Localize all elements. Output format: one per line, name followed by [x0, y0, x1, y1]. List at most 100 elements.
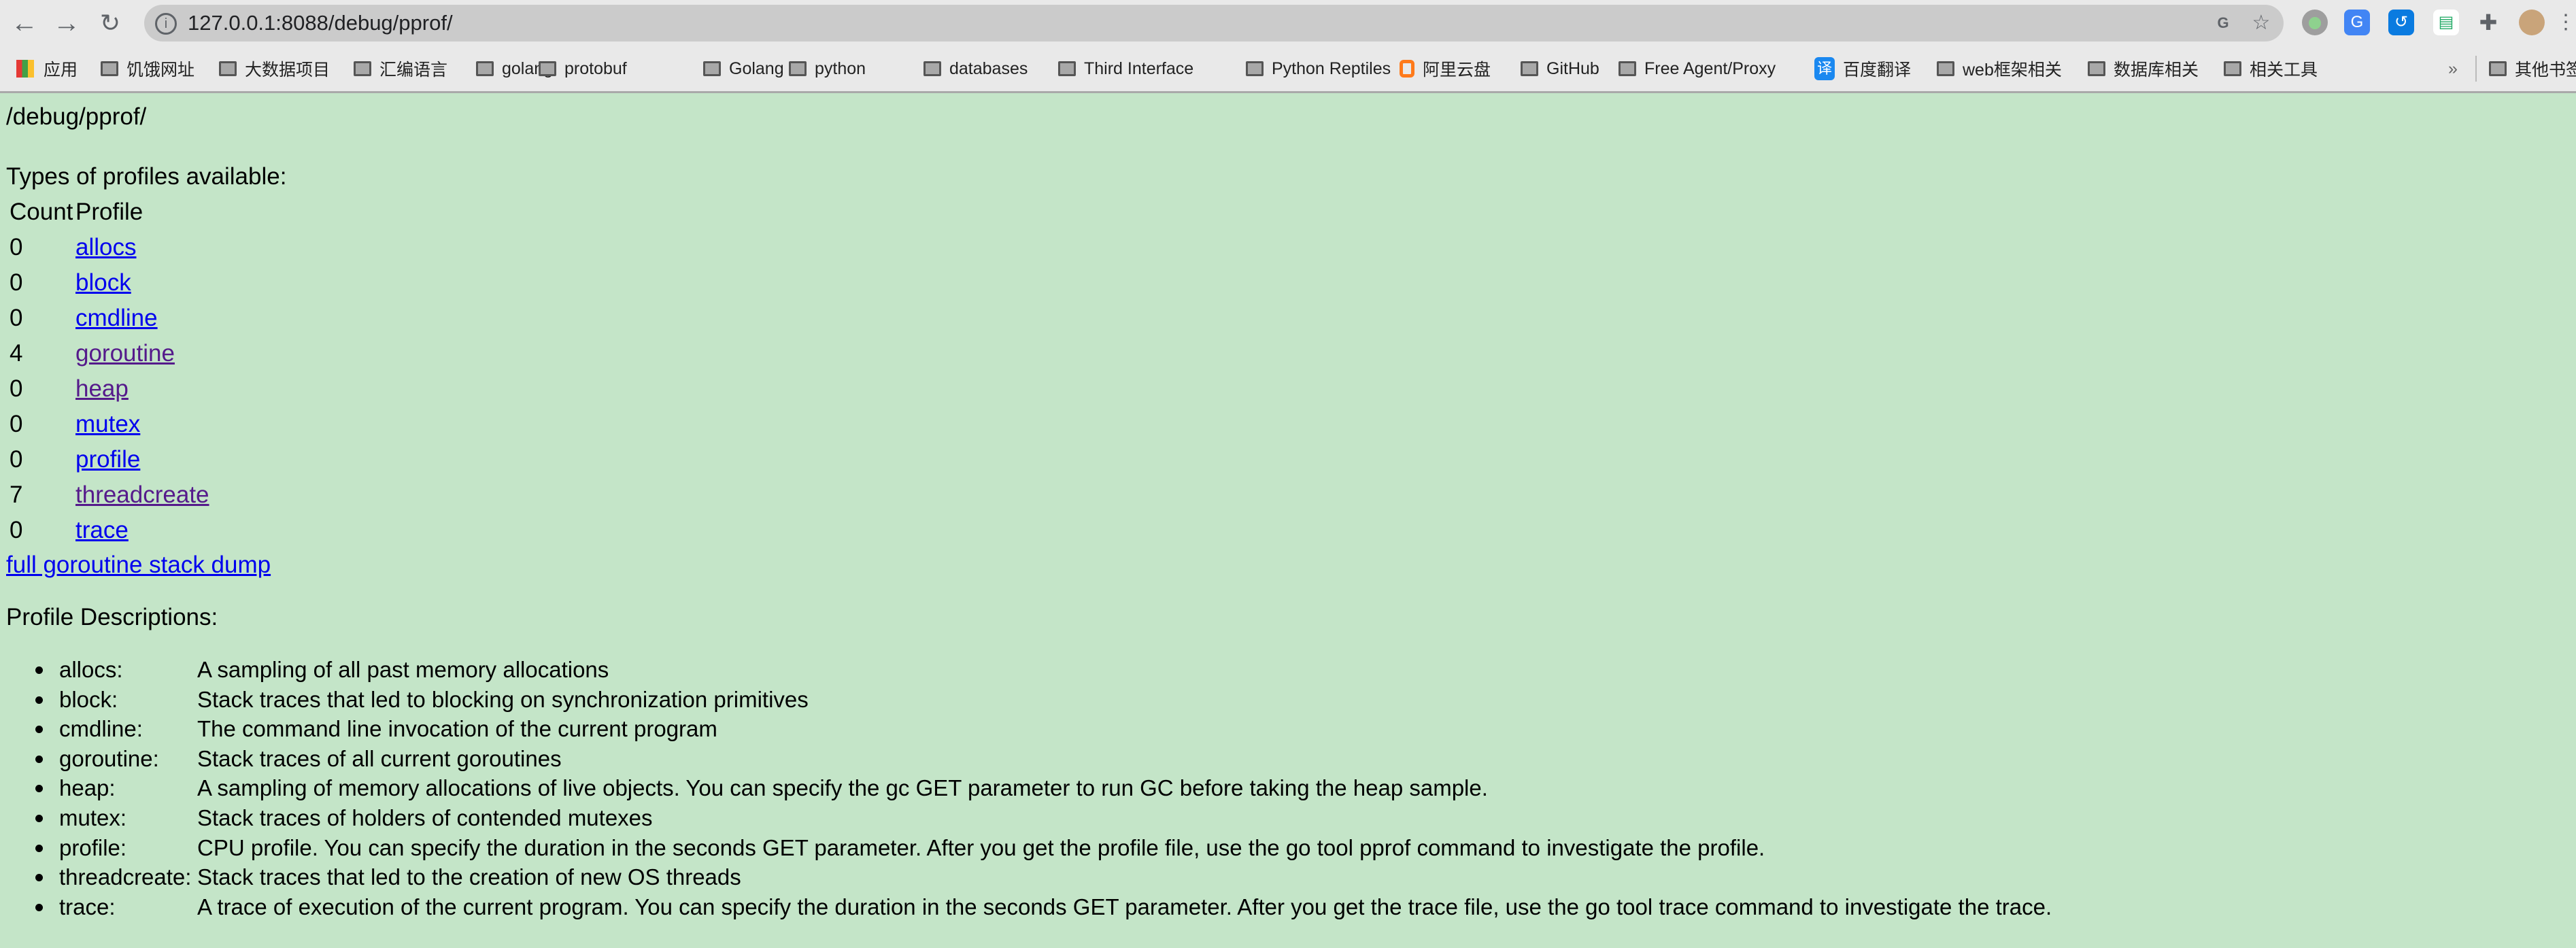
profile-link-block[interactable]: block [75, 269, 131, 297]
description-name: cmdline: [59, 716, 143, 742]
profile-link-mutex[interactable]: mutex [75, 411, 140, 438]
google-translate-extension-icon[interactable]: G [2344, 10, 2370, 35]
bookmark-item[interactable]: web框架相关 [1937, 46, 2062, 91]
bookmark-label: python [815, 58, 866, 78]
back-button[interactable]: ← [10, 8, 39, 38]
folder-icon [1937, 61, 1954, 76]
bookmark-item[interactable]: protobuf [539, 46, 627, 91]
description-name: mutex: [59, 805, 127, 830]
extension-green-dot-icon[interactable] [2302, 10, 2328, 35]
bookmark-item[interactable]: databases [923, 46, 1028, 91]
profile-link-heap[interactable]: heap [75, 375, 129, 403]
bookmark-item[interactable]: Free Agent/Proxy [1619, 46, 1776, 91]
description-text: Stack traces of holders of contended mut… [197, 805, 653, 830]
folder-icon [2088, 61, 2105, 76]
bookmark-label: 大数据项目 [245, 61, 331, 80]
page-title: /debug/pprof/ [6, 103, 147, 130]
folder-icon [101, 61, 118, 76]
folder-icon [2489, 61, 2507, 76]
puzzle-extensions-icon[interactable]: ✚ [2475, 10, 2501, 35]
bookmark-item[interactable]: 数据库相关 [2088, 46, 2199, 91]
description-name: trace: [59, 894, 116, 919]
profile-link-cmdline[interactable]: cmdline [75, 305, 158, 332]
bookmark-label: Python Reptiles [1272, 58, 1391, 78]
bullet-icon [35, 696, 43, 704]
menu-icon[interactable]: ⋮ [2556, 10, 2576, 35]
bookmark-item[interactable]: 应用 [16, 46, 78, 91]
profile-count: 0 [10, 234, 23, 260]
bookmark-label: Golang [729, 58, 784, 78]
reload-button[interactable]: ↻ [95, 8, 125, 38]
bookmark-item[interactable]: 饥饿网址 [101, 46, 194, 91]
folder-icon [703, 61, 721, 76]
bookmark-item[interactable]: python [789, 46, 866, 91]
address-bar[interactable]: i 127.0.0.1:8088/debug/pprof/ G ☆ [144, 5, 2284, 41]
full-goroutine-dump-link[interactable]: full goroutine stack dump [6, 552, 271, 579]
bookmark-label: 应用 [44, 61, 78, 80]
bookmarks-bar: 应用 饥饿网址 大数据项目 汇编语言 golang protobuf Golang pytho… [0, 46, 2576, 93]
description-name: block: [59, 686, 118, 712]
bookmark-label: databases [949, 58, 1028, 78]
bookmark-item[interactable]: 汇编语言 [354, 46, 447, 91]
sheet-extension-icon[interactable]: ▤ [2433, 10, 2459, 35]
profile-link-allocs[interactable]: allocs [75, 234, 136, 261]
description-text: Stack traces of all current goroutines [197, 745, 562, 771]
aliyun-icon [1400, 60, 1414, 78]
other-bookmarks[interactable]: 其他书签 [2489, 46, 2576, 91]
bookmark-item[interactable]: GitHub [1521, 46, 1599, 91]
profile-count: 4 [10, 340, 23, 367]
description-name: profile: [59, 834, 127, 860]
url-text[interactable]: 127.0.0.1:8088/debug/pprof/ [188, 5, 453, 41]
profile-link-profile[interactable]: profile [75, 446, 140, 473]
bookmark-item[interactable]: 译百度翻译 [1814, 46, 1911, 91]
bookmark-item[interactable]: Python Reptiles [1246, 46, 1391, 91]
bookmark-label: protobuf [564, 58, 627, 78]
description-text: A sampling of all past memory allocation… [197, 657, 609, 682]
bookmark-item[interactable]: Third Interface [1058, 46, 1193, 91]
bookmark-item[interactable]: 大数据项目 [219, 46, 330, 91]
bookmark-label: 百度翻译 [1843, 61, 1912, 80]
bullet-icon [35, 666, 43, 674]
bookmark-label: 饥饿网址 [126, 61, 195, 80]
browser-toolbar: ← → ↻ i 127.0.0.1:8088/debug/pprof/ G ☆ … [0, 0, 2576, 46]
description-name: allocs: [59, 657, 123, 682]
bullet-icon [35, 755, 43, 763]
bookmark-label: Free Agent/Proxy [1644, 58, 1776, 78]
profile-avatar[interactable] [2519, 10, 2545, 35]
bullet-icon [35, 726, 43, 734]
bookmark-item[interactable]: Golang [703, 46, 784, 91]
bookmark-item[interactable]: 相关工具 [2224, 46, 2318, 91]
types-heading: Types of profiles available: [6, 163, 287, 190]
bookmark-label: 阿里云盘 [1423, 61, 1491, 80]
folder-icon [539, 61, 556, 76]
bullet-icon [35, 844, 43, 852]
divider [2475, 56, 2477, 82]
star-icon[interactable]: ☆ [2250, 12, 2273, 35]
description-text: Stack traces that led to the creation of… [197, 864, 741, 890]
bookmark-label: GitHub [1546, 58, 1599, 78]
description-text: A sampling of memory allocations of live… [197, 775, 1488, 801]
bookmark-label: web框架相关 [1963, 61, 2062, 80]
profile-count: 0 [10, 411, 23, 437]
description-text: The command line invocation of the curre… [197, 716, 717, 742]
history-extension-icon[interactable]: ↺ [2388, 10, 2414, 35]
forward-button[interactable]: → [52, 8, 82, 38]
folder-icon [2224, 61, 2241, 76]
description-name: heap: [59, 775, 116, 801]
folder-icon [1619, 61, 1636, 76]
description-text: Stack traces that led to blocking on syn… [197, 686, 809, 712]
profile-count: 0 [10, 305, 23, 331]
description-name: goroutine: [59, 745, 159, 771]
profile-link-threadcreate[interactable]: threadcreate [75, 481, 209, 509]
folder-icon [354, 61, 371, 76]
bookmark-label: 相关工具 [2250, 61, 2318, 80]
bookmarks-overflow-button[interactable]: » [2448, 46, 2458, 91]
profile-link-goroutine[interactable]: goroutine [75, 340, 175, 367]
bookmark-label: 汇编语言 [379, 61, 448, 80]
info-icon[interactable]: i [155, 13, 177, 35]
profile-link-trace[interactable]: trace [75, 517, 129, 544]
bookmark-item[interactable]: 阿里云盘 [1400, 46, 1491, 91]
profile-count: 7 [10, 481, 23, 508]
translate-icon[interactable]: G [2211, 12, 2235, 35]
profile-header: Profile [75, 199, 143, 225]
